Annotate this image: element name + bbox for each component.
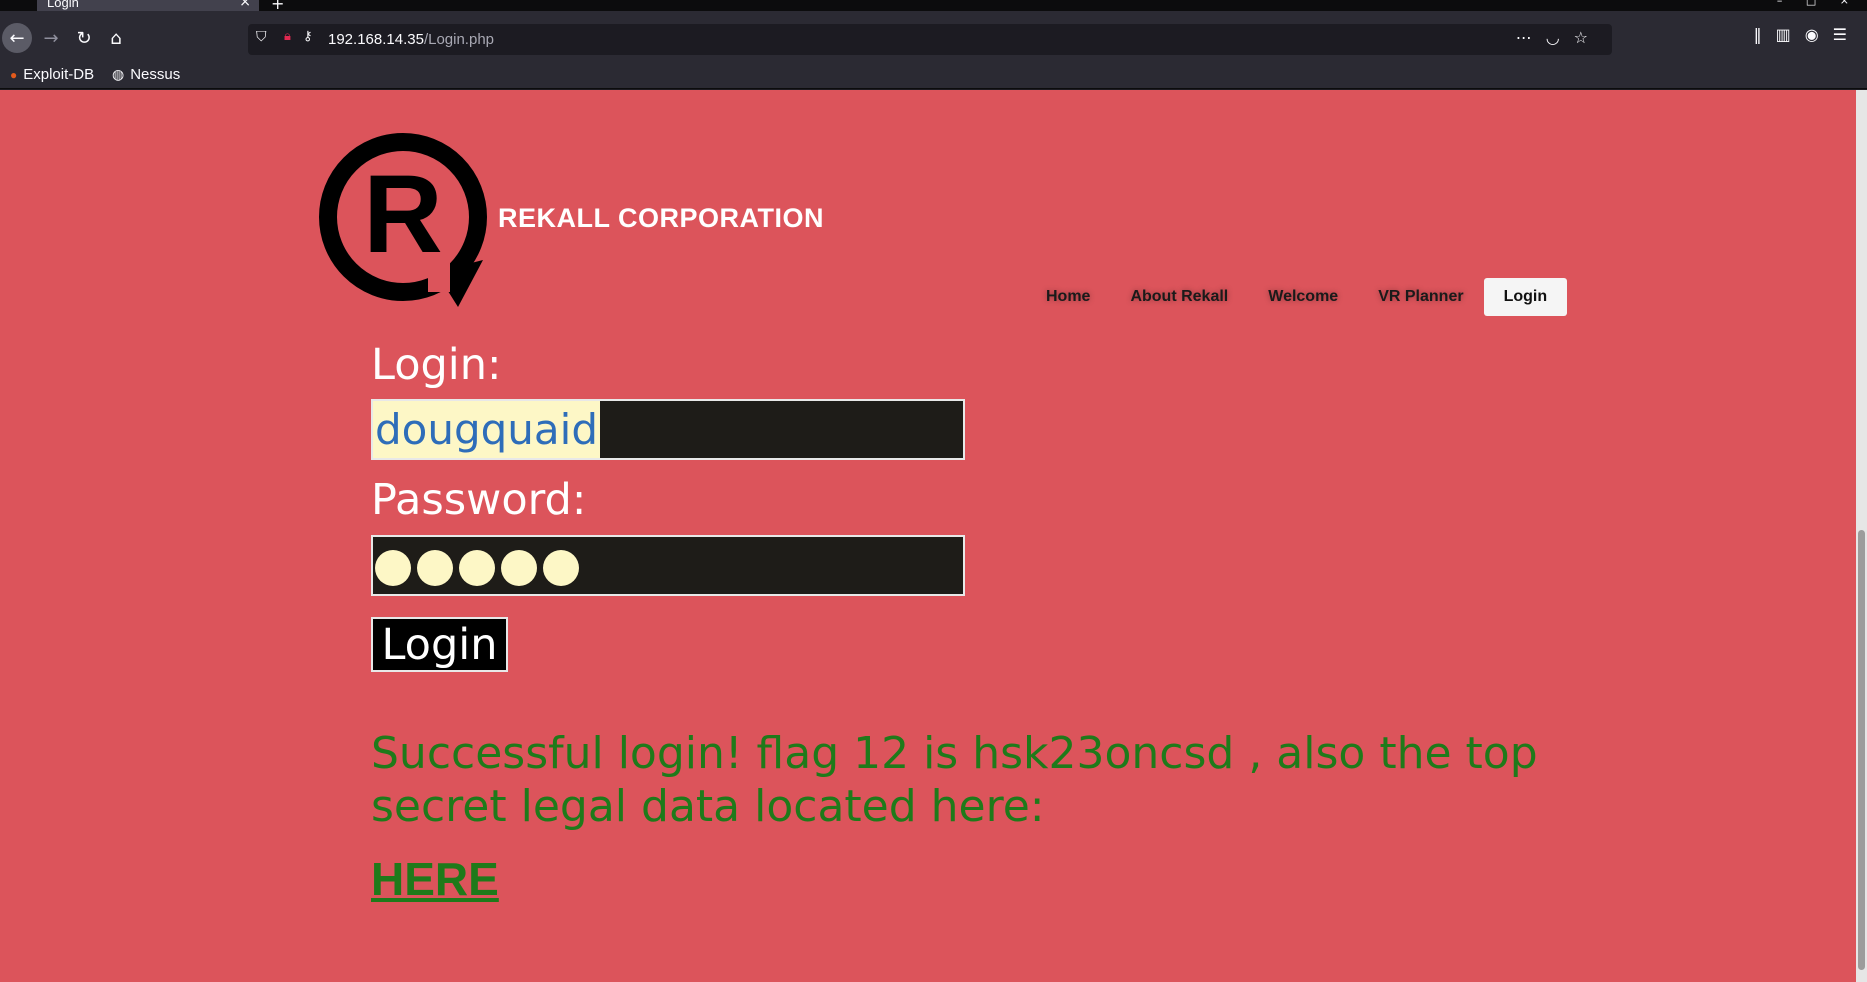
account-icon[interactable]: ◉ [1805,25,1833,44]
address-bar-actions: ⋯◡☆ [1516,28,1602,47]
scrollbar-thumb[interactable] [1858,530,1865,970]
tab-title: Login [47,0,79,10]
globe-icon: ◍ [112,66,125,82]
url-text[interactable]: 192.168.14.35/Login.php [328,31,494,48]
tab-strip: Login × + – □ × [0,0,1867,11]
username-value: dougquaid [373,401,600,458]
site-navigation: Home About Rekall Welcome VR Planner Log… [1026,278,1568,316]
url-host: 192.168.14.35 [328,31,424,48]
reload-button[interactable]: ↻ [69,23,99,53]
nav-welcome[interactable]: Welcome [1248,278,1358,316]
password-mask [375,550,579,586]
password-dot [543,550,579,586]
arrow-left-icon: ← [9,27,25,49]
password-dot [417,550,453,586]
rekall-logo: R [319,133,487,307]
arrow-right-icon: → [43,27,59,49]
window-controls[interactable]: – □ × [1777,0,1859,7]
success-message: Successful login! flag 12 is hsk23oncsd … [371,728,1538,832]
login-button[interactable]: Login [371,617,508,672]
username-input[interactable]: dougquaid [371,399,965,460]
toolbar-actions: ‖▥◉☰ [1754,25,1861,44]
sidebar-icon[interactable]: ▥ [1776,25,1805,44]
address-bar[interactable]: ⛉ 🔒︎ ⚷ 192.168.14.35/Login.php ⋯◡☆ [248,24,1612,55]
reload-icon: ↻ [76,27,92,49]
more-icon[interactable]: ⋯ [1516,28,1546,47]
key-icon[interactable]: ⚷ [303,29,313,44]
page-content: R REKALL CORPORATION Home About Rekall W… [0,90,1856,982]
password-label: Password: [371,475,587,525]
nav-home[interactable]: Home [1026,278,1110,316]
bookmarks-toolbar: ● Exploit-DB ◍ Nessus [0,65,1867,89]
svg-text:R: R [363,153,442,276]
tab-login[interactable]: Login × [37,0,259,11]
nav-about-rekall[interactable]: About Rekall [1110,278,1248,316]
new-tab-button[interactable]: + [271,0,284,11]
library-icon[interactable]: ‖ [1754,25,1776,44]
here-link[interactable]: HERE [371,852,499,906]
bookmark-label: Nessus [130,66,181,83]
navigation-toolbar: ← → ↻ ⌂ ⛉ 🔒︎ ⚷ 192.168.14.35/Login.php ⋯… [0,11,1867,65]
home-icon: ⌂ [110,27,122,49]
nav-login[interactable]: Login [1483,278,1568,316]
back-button[interactable]: ← [2,23,32,53]
shield-icon[interactable]: ⛉ [256,29,267,45]
exploit-db-icon: ● [10,67,18,82]
bookmark-label: Exploit-DB [23,66,95,83]
nav-vr-planner[interactable]: VR Planner [1358,278,1483,316]
home-button[interactable]: ⌂ [101,23,131,53]
pocket-icon[interactable]: ◡ [1546,28,1574,47]
insecure-lock-icon[interactable]: 🔒︎ [284,29,291,44]
password-dot [375,550,411,586]
bookmark-exploit-db[interactable]: ● Exploit-DB [10,66,94,83]
forward-button[interactable]: → [36,23,66,53]
password-dot [459,550,495,586]
login-label: Login: [371,340,502,390]
password-input[interactable] [371,535,965,596]
star-icon[interactable]: ☆ [1574,28,1602,47]
menu-icon[interactable]: ☰ [1833,25,1861,44]
page-scrollbar[interactable] [1856,90,1867,982]
brand-name: REKALL CORPORATION [498,203,824,233]
bookmark-nessus[interactable]: ◍ Nessus [112,66,180,83]
url-path: /Login.php [423,31,495,48]
password-dot [501,550,537,586]
tab-close-icon[interactable]: × [239,0,251,10]
